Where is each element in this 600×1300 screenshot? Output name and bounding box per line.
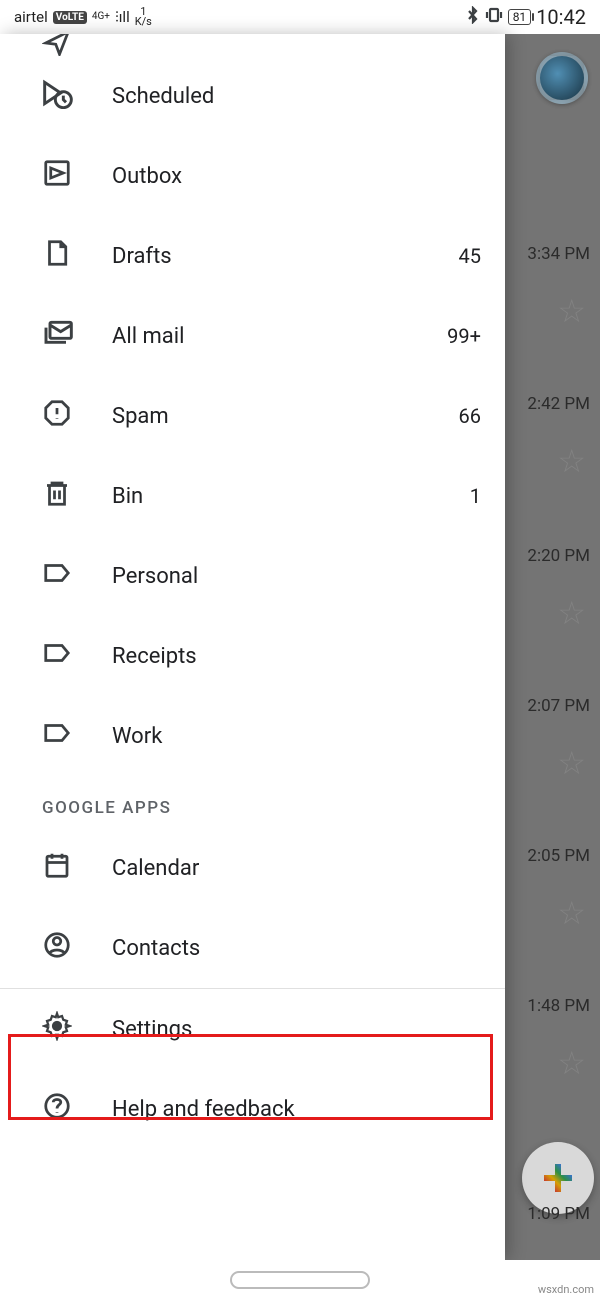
star-icon[interactable]: ☆ (557, 1044, 586, 1082)
sidebar-item-bin[interactable]: Bin 1 (0, 456, 505, 536)
sidebar-item-label: Bin (112, 484, 470, 509)
background-inbox: 3:34 PM ☆ 2:42 PM ☆ 2:20 PM ☆ 2:07 PM ☆ … (505, 34, 600, 1260)
label-icon (42, 638, 72, 674)
status-left: airtel VoLTE 4G+ ⫶ıll 1 K/s (14, 7, 152, 27)
battery-indicator: 81 (508, 9, 532, 25)
star-icon[interactable]: ☆ (557, 894, 586, 932)
sidebar-item-count: 66 (459, 404, 481, 428)
clock: 10:42 (536, 5, 586, 29)
sidebar-item-receipts[interactable]: Receipts (0, 616, 505, 696)
sidebar-item-label: Spam (112, 404, 459, 429)
bg-time: 1:48 PM (527, 996, 590, 1016)
sidebar-item-spam[interactable]: Spam 66 (0, 376, 505, 456)
sidebar-item-label: Settings (112, 1017, 481, 1042)
sidebar-item-label: Contacts (112, 936, 481, 961)
star-icon[interactable]: ☆ (557, 594, 586, 632)
bg-time: 2:20 PM (527, 546, 590, 566)
sent-icon (42, 34, 112, 56)
spam-icon (42, 398, 72, 434)
sidebar-item-help[interactable]: Help and feedback (0, 1069, 505, 1149)
sidebar-item-sent[interactable] (0, 34, 505, 56)
home-pill[interactable] (230, 1271, 370, 1289)
vibrate-icon (485, 6, 503, 28)
outbox-icon (42, 158, 72, 194)
sidebar-item-count: 45 (459, 244, 481, 268)
bg-time: 2:42 PM (527, 394, 590, 414)
sidebar-item-label: Receipts (112, 644, 481, 669)
sidebar-item-count: 99+ (447, 324, 481, 348)
contacts-icon (42, 930, 72, 966)
star-icon[interactable]: ☆ (557, 744, 586, 782)
speed-unit: K/s (135, 17, 152, 27)
sidebar-item-label: Drafts (112, 244, 459, 269)
sidebar-item-scheduled[interactable]: Scheduled (0, 56, 505, 136)
avatar[interactable] (536, 52, 588, 104)
star-icon[interactable]: ☆ (557, 442, 586, 480)
sidebar-item-label: Outbox (112, 164, 481, 189)
bg-time: 1:09 PM (527, 1204, 590, 1224)
drafts-icon (42, 238, 72, 274)
calendar-icon (42, 850, 72, 886)
help-icon (42, 1091, 72, 1127)
sidebar-item-label: Scheduled (112, 84, 481, 109)
sidebar-item-personal[interactable]: Personal (0, 536, 505, 616)
nav-bar (0, 1260, 600, 1300)
sidebar-item-outbox[interactable]: Outbox (0, 136, 505, 216)
sidebar-item-count: 1 (470, 484, 481, 508)
bg-time: 3:34 PM (527, 244, 590, 264)
sidebar-item-contacts[interactable]: Contacts (0, 908, 505, 988)
status-bar: airtel VoLTE 4G+ ⫶ıll 1 K/s 81 10:42 (0, 0, 600, 34)
star-icon[interactable]: ☆ (557, 292, 586, 330)
label-icon (42, 558, 72, 594)
sidebar-item-label: Work (112, 724, 481, 749)
carrier: airtel (14, 8, 48, 26)
label-icon (42, 718, 72, 754)
volte-badge: VoLTE (53, 11, 87, 24)
bluetooth-icon (466, 6, 480, 28)
sidebar-item-settings[interactable]: Settings (0, 989, 505, 1069)
sidebar-item-label: All mail (112, 324, 447, 349)
sidebar-item-drafts[interactable]: Drafts 45 (0, 216, 505, 296)
bg-time: 2:07 PM (527, 696, 590, 716)
plus-icon (544, 1164, 572, 1192)
bg-time: 2:05 PM (527, 846, 590, 866)
sidebar-item-label: Calendar (112, 856, 481, 881)
section-header-google-apps: GOOGLE APPS (0, 776, 505, 828)
net-gen: 4G+ (92, 12, 110, 22)
scheduled-icon (42, 77, 74, 115)
sidebar-item-label: Help and feedback (112, 1097, 481, 1122)
signal-icon: ⫶ıll (115, 8, 130, 26)
status-right: 81 10:42 (466, 5, 586, 29)
sidebar-item-allmail[interactable]: All mail 99+ (0, 296, 505, 376)
watermark: wsxdn.com (538, 1283, 594, 1296)
sidebar-item-label: Personal (112, 564, 481, 589)
bin-icon (42, 478, 72, 514)
nav-drawer: Scheduled Outbox Drafts 45 All mail 99+ (0, 34, 505, 1260)
sidebar-item-work[interactable]: Work (0, 696, 505, 776)
gear-icon (42, 1011, 72, 1047)
sidebar-item-calendar[interactable]: Calendar (0, 828, 505, 908)
allmail-icon (42, 317, 74, 355)
